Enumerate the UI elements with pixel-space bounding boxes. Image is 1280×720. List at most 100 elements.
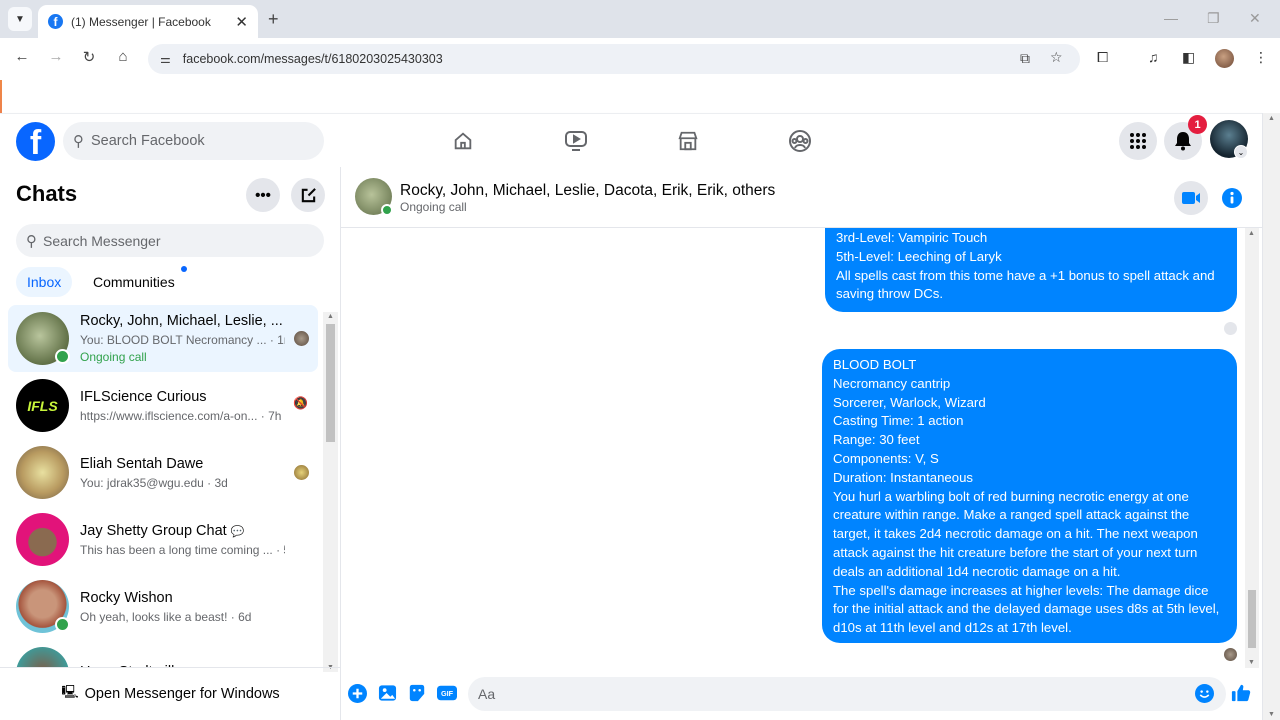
compose-icon bbox=[301, 187, 316, 202]
close-window-icon[interactable]: ✕ bbox=[1249, 10, 1261, 27]
chat-name: Rocky, John, Michael, Leslie, ... bbox=[80, 313, 283, 329]
nav-groups-icon[interactable] bbox=[787, 128, 813, 154]
avatar bbox=[16, 312, 70, 365]
open-messenger-label: Open Messenger for Windows bbox=[84, 686, 280, 702]
tab-communities[interactable]: Communities bbox=[82, 267, 186, 297]
chat-list-item[interactable]: Hope Stadtmiller bbox=[8, 640, 318, 667]
chat-list-item[interactable]: Rocky, John, Michael, Leslie, ... You: B… bbox=[8, 305, 318, 372]
conversation-header: Rocky, John, Michael, Leslie, Dacota, Er… bbox=[341, 167, 1262, 228]
scroll-up-icon[interactable]: ▲ bbox=[1248, 230, 1255, 237]
message-bubble[interactable]: BLOOD BOLT Necromancy cantrip Sorcerer, … bbox=[822, 349, 1237, 643]
side-panel-icon[interactable]: ◧ bbox=[1182, 49, 1195, 66]
conversation-info-button[interactable] bbox=[1215, 181, 1249, 215]
new-message-button[interactable] bbox=[291, 178, 325, 212]
chat-name: IFLScience Curious bbox=[80, 388, 207, 405]
photo-icon bbox=[378, 685, 396, 701]
message-bubble[interactable]: 3rd-Level: Vampiric Touch 5th-Level: Lee… bbox=[825, 228, 1237, 312]
scroll-down-icon[interactable]: ▼ bbox=[1248, 659, 1255, 666]
facebook-logo-icon[interactable]: f bbox=[16, 122, 55, 161]
message-composer: GIF bbox=[341, 668, 1262, 720]
smiley-icon bbox=[1194, 683, 1214, 703]
message-input[interactable] bbox=[478, 686, 1178, 702]
emoji-button[interactable] bbox=[1194, 683, 1214, 703]
group-chat-icon: 💬 bbox=[230, 525, 245, 538]
nav-marketplace-icon[interactable] bbox=[675, 128, 701, 154]
account-chevron-icon[interactable]: ⌄ bbox=[1234, 145, 1248, 159]
avatar-text: IFLS bbox=[27, 397, 58, 414]
url-text[interactable]: facebook.com/messages/t/6180203025430303 bbox=[183, 52, 443, 66]
address-bar[interactable]: ⚌ facebook.com/messages/t/61802030254303… bbox=[148, 44, 1080, 74]
chat-list-item[interactable]: Eliah Sentah Dawe You: jdrak35@wgu.edu ·… bbox=[8, 439, 318, 506]
chat-list-item[interactable]: Jay Shetty Group Chat 💬 This has been a … bbox=[8, 506, 318, 573]
reload-icon[interactable]: ↻ bbox=[78, 48, 100, 66]
bookmark-star-icon[interactable]: ☆ bbox=[1050, 49, 1063, 66]
nav-video-icon[interactable] bbox=[563, 128, 589, 154]
sticker-button[interactable] bbox=[407, 683, 427, 703]
install-app-icon[interactable]: ⧉ bbox=[1020, 50, 1030, 67]
chat-options-button[interactable]: ••• bbox=[246, 178, 280, 212]
page-scrollbar[interactable]: ▲ ▼ bbox=[1262, 113, 1280, 720]
online-indicator bbox=[55, 617, 70, 632]
send-like-button[interactable] bbox=[1231, 683, 1251, 703]
message-thread: 3rd-Level: Vampiric Touch 5th-Level: Lee… bbox=[341, 228, 1262, 668]
tab-title: (1) Messenger | Facebook bbox=[71, 14, 211, 29]
more-actions-button[interactable] bbox=[347, 683, 367, 703]
browser-tab[interactable]: f (1) Messenger | Facebook ✕ bbox=[38, 5, 258, 38]
forward-icon[interactable]: → bbox=[45, 48, 67, 65]
close-tab-icon[interactable]: ✕ bbox=[235, 13, 248, 31]
messenger-search[interactable]: ⚲ bbox=[16, 224, 324, 257]
minimize-icon[interactable]: — bbox=[1164, 10, 1178, 26]
scrollbar-thumb[interactable] bbox=[326, 324, 335, 442]
scroll-up-icon[interactable]: ▲ bbox=[1268, 115, 1275, 122]
sticker-icon bbox=[409, 684, 425, 702]
site-settings-icon[interactable]: ⚌ bbox=[160, 52, 171, 66]
chat-list-scrollbar[interactable]: ▲ ▼ bbox=[323, 312, 338, 672]
search-icon: ⚲ bbox=[26, 232, 37, 250]
browser-profile-avatar[interactable] bbox=[1215, 49, 1234, 68]
gif-button[interactable]: GIF bbox=[437, 683, 457, 703]
thumbs-up-icon bbox=[1231, 684, 1251, 702]
facebook-search-input[interactable] bbox=[91, 133, 291, 149]
scroll-up-icon[interactable]: ▲ bbox=[327, 313, 334, 320]
chat-preview: This has been a long time coming ... · 5… bbox=[80, 542, 285, 557]
browser-tab-strip: ▼ f (1) Messenger | Facebook ✕ + — ❐ ✕ bbox=[0, 0, 1280, 38]
conversation-title[interactable]: Rocky, John, Michael, Leslie, Dacota, Er… bbox=[400, 182, 775, 200]
home-icon[interactable]: ⌂ bbox=[112, 48, 134, 65]
open-messenger-for-windows-button[interactable]: 🖳 Open Messenger for Windows bbox=[0, 667, 341, 720]
facebook-favicon-icon: f bbox=[48, 14, 63, 29]
chat-name: Jay Shetty Group Chat 💬 bbox=[80, 523, 285, 539]
attach-photo-button[interactable] bbox=[377, 683, 397, 703]
plus-circle-icon bbox=[347, 683, 367, 703]
chat-list-item[interactable]: IFLS IFLScience Curious https://www.ifls… bbox=[8, 372, 318, 439]
restore-icon[interactable]: ❐ bbox=[1207, 10, 1220, 27]
facebook-search[interactable]: ⚲ bbox=[63, 122, 324, 160]
media-controls-icon[interactable]: ♫ bbox=[1148, 49, 1159, 65]
avatar bbox=[16, 446, 69, 499]
seen-by-avatar bbox=[294, 465, 309, 480]
menu-grid-icon[interactable] bbox=[1119, 122, 1157, 160]
video-camera-icon bbox=[1182, 192, 1200, 204]
chat-list-item[interactable]: Rocky Wishon Oh yeah, looks like a beast… bbox=[8, 573, 318, 640]
chat-preview: You: jdrak35@wgu.edu · 3d bbox=[80, 475, 228, 490]
tab-search-button[interactable]: ▼ bbox=[8, 7, 32, 31]
muted-icon: 🔕 bbox=[293, 396, 308, 410]
back-icon[interactable]: ← bbox=[11, 48, 33, 65]
video-call-button[interactable] bbox=[1174, 181, 1208, 215]
chat-name-text: Jay Shetty Group Chat bbox=[80, 522, 227, 539]
nav-home-icon[interactable] bbox=[450, 128, 476, 154]
chats-sidebar: Chats ••• ⚲ Inbox Communities Rocky, Joh… bbox=[0, 167, 341, 720]
info-icon bbox=[1222, 188, 1242, 208]
browser-menu-icon[interactable]: ⋮ bbox=[1254, 49, 1268, 66]
svg-text:GIF: GIF bbox=[441, 689, 454, 698]
messenger-search-input[interactable] bbox=[43, 232, 293, 249]
desktop-app-icon: 🖳 bbox=[61, 684, 79, 699]
scroll-down-icon[interactable]: ▼ bbox=[1268, 711, 1275, 718]
scrollbar-thumb[interactable] bbox=[1248, 590, 1256, 648]
extensions-icon[interactable]: ⧠ bbox=[1097, 49, 1108, 66]
new-tab-button[interactable]: + bbox=[268, 9, 279, 30]
message-input-wrapper[interactable] bbox=[468, 677, 1226, 711]
tab-inbox[interactable]: Inbox bbox=[16, 267, 73, 297]
chat-list: Rocky, John, Michael, Leslie, ... You: B… bbox=[8, 305, 318, 667]
message-thread-scrollbar[interactable]: ▲ ▼ bbox=[1245, 228, 1259, 668]
delivered-icon bbox=[1224, 322, 1237, 335]
